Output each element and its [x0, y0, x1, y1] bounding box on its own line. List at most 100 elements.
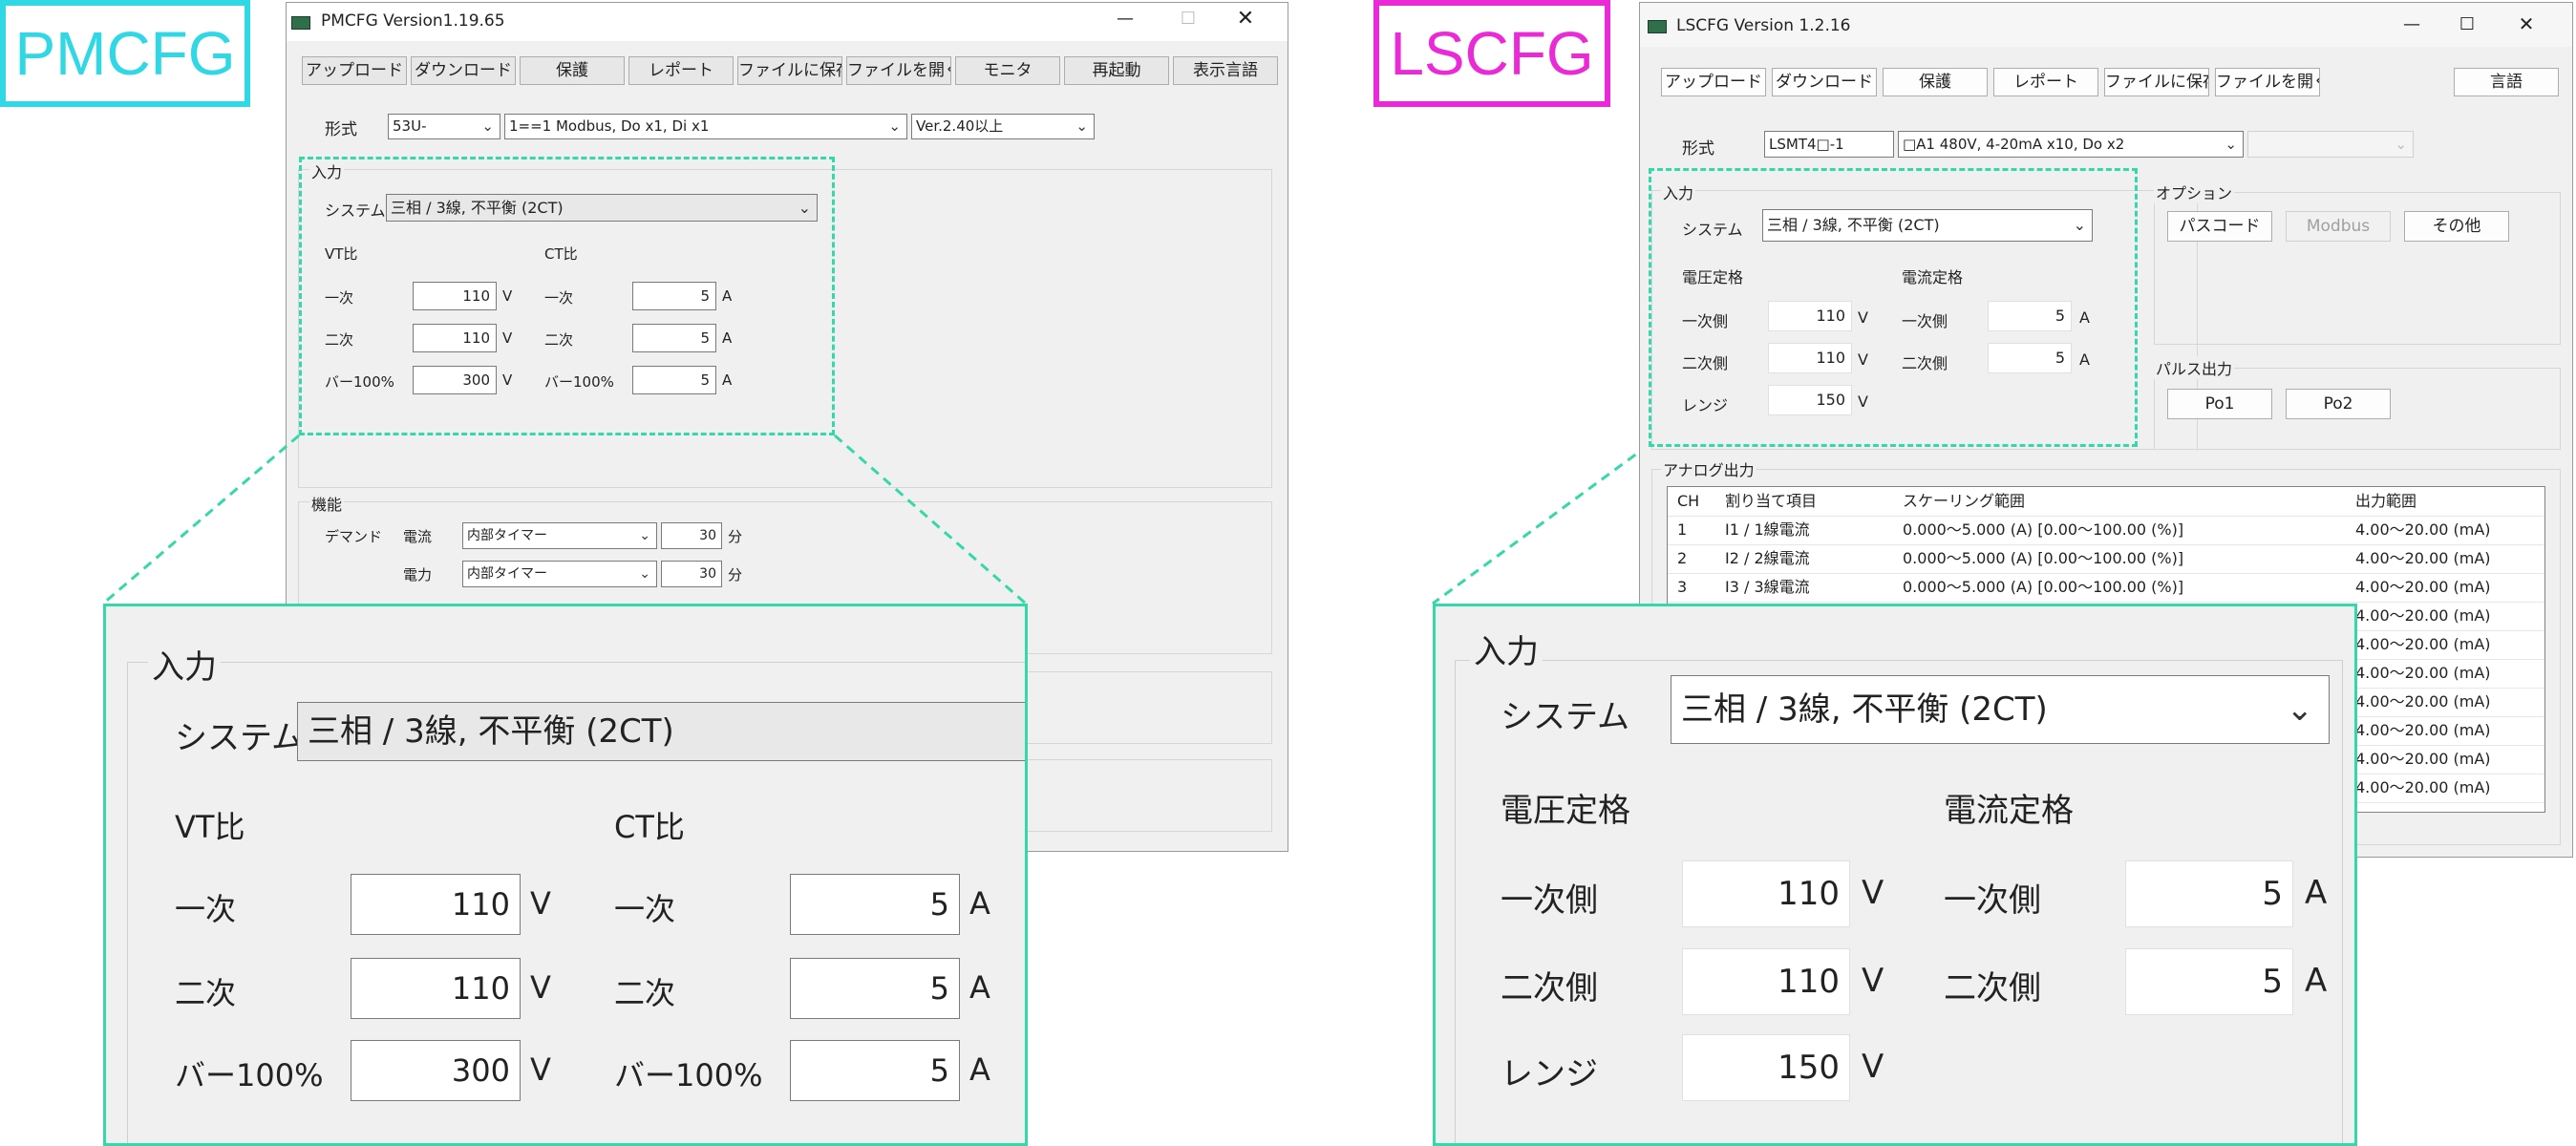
protect-button[interactable]: 保護 — [1883, 68, 1988, 96]
spec-select[interactable]: 1==1 Modbus, Do x1, Di x1 ⌄ — [504, 114, 907, 139]
model-select[interactable]: LSMT4□-1 — [1764, 131, 1894, 158]
zoom-vt-bar-unit: V — [530, 1051, 551, 1088]
table-cell-assignment: I2 / 2線電流 — [1725, 549, 1810, 567]
format-label: 形式 — [325, 120, 357, 139]
restart-button[interactable]: 再起動 — [1064, 56, 1169, 85]
zoom-ct-secondary-label: 二次 — [614, 975, 676, 1011]
zoom-volt-primary-input[interactable]: 110 — [1682, 860, 1850, 927]
lscfg-titlebar: LSCFG Version 1.2.16 — ☐ ✕ — [1640, 3, 2572, 47]
zoom-vt-primary-input[interactable]: 110 — [351, 874, 521, 935]
monitor-button[interactable]: モニタ — [955, 56, 1060, 85]
demand-current-mode: 内部タイマー — [467, 528, 547, 543]
zoom-curr-secondary-label: 二次側 — [1944, 969, 2041, 1008]
minimize-icon[interactable]: — — [2389, 14, 2435, 34]
demand-current-select[interactable]: 内部タイマー ⌄ — [462, 522, 657, 549]
zoom-input-group-label: 入力 — [148, 641, 221, 688]
download-button[interactable]: ダウンロード — [1772, 68, 1877, 96]
pmcfg-titlebar: PMCFG Version1.19.65 — ☐ ✕ — [287, 3, 1288, 41]
pmcfg-tag-text: PMCFG — [14, 19, 236, 88]
po1-button[interactable]: Po1 — [2167, 389, 2272, 419]
upload-button[interactable]: アップロード — [302, 56, 407, 85]
version-select-value: Ver.2.40以上 — [916, 117, 1004, 135]
close-icon[interactable]: ✕ — [1223, 7, 1268, 31]
table-cell-output-range: 4.00～20.00 (mA) — [2355, 606, 2491, 625]
window-title: LSCFG Version 1.2.16 — [1676, 16, 1851, 35]
table-cell-assignment: I1 / 1線電流 — [1725, 520, 1810, 539]
maximize-icon[interactable]: ☐ — [1165, 9, 1211, 29]
table-cell-scaling: 0.000～5.000 (A) [0.00～100.00 (%)] — [1903, 520, 2184, 539]
demand-power-minutes[interactable]: 30 — [661, 561, 722, 587]
zoom-vt-bar-input[interactable]: 300 — [351, 1040, 521, 1101]
zoom-ct-primary-input[interactable]: 5 — [790, 874, 960, 935]
model-select-value: 53U- — [393, 117, 427, 135]
zoom-ct-bar-label: バー100% — [614, 1057, 763, 1093]
zoom-vt-primary-label: 一次 — [175, 891, 237, 927]
zoom-system-label: システム — [1501, 698, 1629, 736]
zoom-current-rating-title: 電流定格 — [1944, 792, 2074, 830]
report-button[interactable]: レポート — [628, 56, 734, 85]
zoom-curr-secondary-input[interactable]: 5 — [2125, 948, 2293, 1015]
zoom-ct-secondary-unit: A — [969, 969, 990, 1006]
table-cell-ch: 3 — [1677, 578, 1688, 596]
version-select[interactable]: Ver.2.40以上 ⌄ — [911, 114, 1095, 139]
report-button[interactable]: レポート — [1993, 68, 2098, 96]
zoom-curr-primary-input[interactable]: 5 — [2125, 860, 2293, 927]
chevron-down-icon: ⌄ — [639, 566, 650, 582]
option-group-label: オプション — [2154, 180, 2235, 203]
zoom-volt-secondary-input[interactable]: 110 — [1682, 948, 1850, 1015]
save-file-button[interactable]: ファイルに保存 — [737, 56, 842, 85]
zoom-volt-primary-unit: V — [1862, 874, 1884, 912]
table-cell-output-range: 4.00～20.00 (mA) — [2355, 520, 2491, 539]
zoom-system-select[interactable]: 三相 / 3線, 不平衡 (2CT) ⌄ — [1671, 675, 2330, 744]
maximize-icon[interactable]: ☐ — [2444, 14, 2490, 34]
version-select[interactable]: ⌄ — [2247, 131, 2414, 158]
pmcfg-tag: PMCFG — [0, 0, 250, 107]
zoom-system-value: 三相 / 3線, 不平衡 (2CT) — [308, 712, 674, 751]
table-cell-output-range: 4.00～20.00 (mA) — [2355, 750, 2491, 768]
save-file-button[interactable]: ファイルに保存 — [2104, 68, 2209, 96]
passcode-button[interactable]: パスコード — [2167, 211, 2272, 242]
table-row[interactable]: 3 I3 / 3線電流 0.000～5.000 (A) [0.00～100.00… — [1668, 573, 2544, 603]
spec-select[interactable]: □A1 480V, 4-20mA x10, Do x2 ⌄ — [1898, 131, 2244, 158]
lscfg-tag: LSCFG — [1373, 0, 1610, 107]
zoom-vt-secondary-label: 二次 — [175, 975, 237, 1011]
open-file-button[interactable]: ファイルを開く — [846, 56, 951, 85]
open-file-button[interactable]: ファイルを開く — [2215, 68, 2320, 96]
minimize-icon[interactable]: — — [1102, 9, 1148, 29]
modbus-button[interactable]: Modbus — [2286, 211, 2391, 242]
demand-current-minutes[interactable]: 30 — [661, 522, 722, 549]
demand-label: デマンド — [325, 528, 383, 545]
zoom-vt-secondary-unit: V — [530, 969, 551, 1006]
demand-power-select[interactable]: 内部タイマー ⌄ — [462, 561, 657, 587]
table-row[interactable]: 2 I2 / 2線電流 0.000～5.000 (A) [0.00～100.00… — [1668, 544, 2544, 574]
table-cell-output-range: 4.00～20.00 (mA) — [2355, 664, 2491, 682]
display-language-button[interactable]: 表示言語 — [1173, 56, 1278, 85]
table-cell-assignment: I3 / 3線電流 — [1725, 578, 1810, 596]
demand-current-unit: 分 — [728, 528, 743, 545]
zoom-ct-bar-input[interactable]: 5 — [790, 1040, 960, 1101]
language-button[interactable]: 言語 — [2454, 68, 2559, 96]
table-row[interactable]: 1 I1 / 1線電流 0.000～5.000 (A) [0.00～100.00… — [1668, 516, 2544, 545]
download-button[interactable]: ダウンロード — [411, 56, 516, 85]
demand-power-label: 電力 — [403, 566, 433, 584]
demand-power-unit: 分 — [728, 566, 743, 584]
table-cell-output-range: 4.00～20.00 (mA) — [2355, 692, 2491, 711]
upload-button[interactable]: アップロード — [1661, 68, 1766, 96]
zoom-vt-title: VT比 — [175, 809, 245, 845]
model-select-value: LSMT4□-1 — [1769, 136, 1844, 153]
demand-current-label: 電流 — [403, 528, 433, 545]
zoom-vt-secondary-input[interactable]: 110 — [351, 958, 521, 1019]
close-icon[interactable]: ✕ — [2503, 12, 2549, 35]
zoom-volt-range-input[interactable]: 150 — [1682, 1034, 1850, 1101]
zoom-curr-primary-unit: A — [2305, 874, 2328, 912]
protect-button[interactable]: 保護 — [520, 56, 625, 85]
po2-button[interactable]: Po2 — [2286, 389, 2391, 419]
zoom-volt-primary-label: 一次側 — [1501, 881, 1598, 920]
table-cell-output-range: 4.00～20.00 (mA) — [2355, 778, 2491, 796]
zoom-system-select[interactable]: 三相 / 3線, 不平衡 (2CT) — [297, 702, 1025, 761]
table-cell-output-range: 4.00～20.00 (mA) — [2355, 549, 2491, 567]
model-select[interactable]: 53U- ⌄ — [388, 114, 500, 139]
zoom-ct-secondary-input[interactable]: 5 — [790, 958, 960, 1019]
spec-select-value: 1==1 Modbus, Do x1, Di x1 — [509, 117, 710, 135]
other-button[interactable]: その他 — [2404, 211, 2509, 242]
